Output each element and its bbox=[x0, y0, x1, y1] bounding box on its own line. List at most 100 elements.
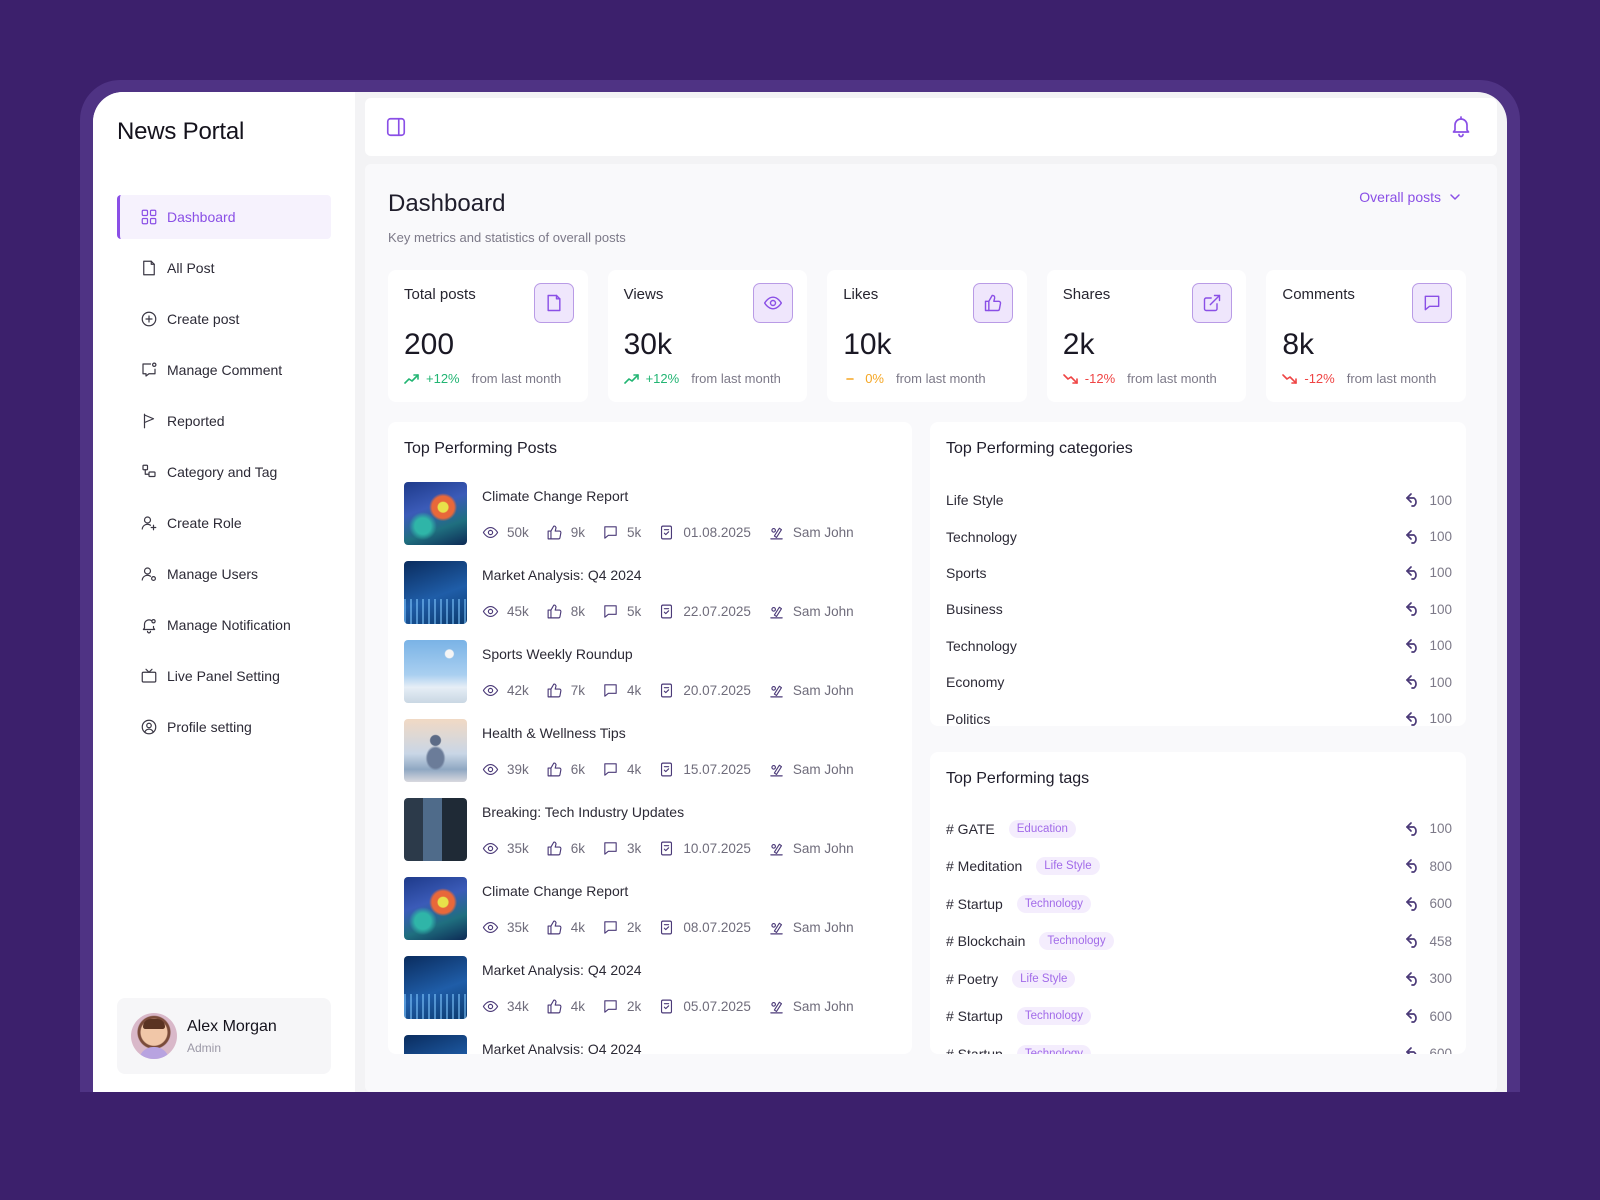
sidebar-item-manage-users[interactable]: Manage Users bbox=[117, 552, 331, 596]
sidebar-item-label: Live Panel Setting bbox=[167, 668, 280, 684]
category-count: 100 bbox=[1405, 493, 1452, 508]
trend-up-icon bbox=[404, 373, 419, 384]
sidebar-item-dashboard[interactable]: Dashboard bbox=[117, 195, 331, 239]
share-count-icon bbox=[1406, 1009, 1418, 1024]
tag-category-badge: Technology bbox=[1039, 932, 1114, 951]
post-row[interactable]: Market Analysis: Q4 2024 45k 8k 5k 22.07.202… bbox=[404, 561, 904, 640]
eye-icon bbox=[753, 283, 794, 323]
page-subtitle: Key metrics and statistics of overall po… bbox=[388, 230, 626, 245]
tag-category-badge: Life Style bbox=[1036, 857, 1100, 876]
tag-name: # Startup bbox=[946, 895, 1003, 912]
post-author: Sam John bbox=[768, 919, 854, 936]
post-views: 35k bbox=[482, 840, 529, 857]
post-meta: 50k 9k 5k 01.08.2025 Sam John bbox=[482, 524, 871, 541]
post-meta: 39k 6k 4k 15.07.2025 Sam John bbox=[482, 761, 871, 778]
post-thumbnail bbox=[404, 956, 467, 1019]
post-views: 34k bbox=[482, 998, 529, 1015]
overall-posts-dropdown[interactable]: Overall posts bbox=[1359, 189, 1463, 205]
post-row[interactable]: Climate Change Report 35k 4k 2k 08.07.2025 Sa… bbox=[404, 877, 904, 956]
post-comments: 2k bbox=[602, 998, 641, 1015]
post-row[interactable]: Breaking: Tech Industry Updates 35k 6k 3k 10… bbox=[404, 798, 904, 877]
post-title: Climate Change Report bbox=[482, 488, 629, 504]
tag-row[interactable]: # Startup Technology 600 bbox=[946, 998, 1452, 1036]
sidebar-item-all-post[interactable]: All Post bbox=[117, 246, 331, 290]
tag-row[interactable]: # Startup Technology 600 bbox=[946, 885, 1452, 923]
post-views: 42k bbox=[482, 682, 529, 699]
post-row[interactable]: Climate Change Report 50k 9k 5k 01.08.2025 Sa… bbox=[404, 482, 904, 561]
sidebar-item-manage-comment[interactable]: Manage Comment bbox=[117, 348, 331, 392]
category-row[interactable]: Technology 100 bbox=[946, 628, 1452, 664]
category-row[interactable]: Sports 100 bbox=[946, 555, 1452, 591]
post-row[interactable]: Health & Wellness Tips 39k 6k 4k 15.07.2025 S… bbox=[404, 719, 904, 798]
category-name: Sports bbox=[946, 564, 987, 581]
user-profile-card[interactable]: Alex Morgan Admin bbox=[117, 998, 331, 1074]
user-plus-icon bbox=[139, 513, 159, 533]
category-row[interactable]: Economy 100 bbox=[946, 664, 1452, 700]
eye-icon bbox=[482, 605, 499, 618]
comment-icon bbox=[604, 1000, 617, 1013]
stat-value: 2k bbox=[1062, 328, 1095, 361]
stats-row: Total posts 200 +12% from last month Views 30… bbox=[388, 270, 1466, 402]
stat-change: +12% bbox=[645, 371, 680, 386]
category-row[interactable]: Politics 100 bbox=[946, 700, 1452, 736]
post-date: 22.07.2025 bbox=[658, 603, 751, 620]
grid-icon bbox=[139, 207, 159, 227]
tag-row[interactable]: # Startup Technology 600 bbox=[946, 1035, 1452, 1054]
post-likes: 4k bbox=[546, 919, 585, 936]
post-comments: 2k bbox=[602, 919, 641, 936]
sidebar-item-label: Dashboard bbox=[167, 209, 236, 225]
calendar-icon bbox=[661, 841, 673, 856]
post-author: Sam John bbox=[768, 603, 854, 620]
stat-change: -12% bbox=[1084, 371, 1116, 386]
post-comments: 4k bbox=[602, 682, 641, 699]
post-likes: 8k bbox=[546, 603, 585, 620]
categories-list: Life Style 100 Technology 100 Sports 100 Busin… bbox=[946, 482, 1452, 737]
tag-name: # Startup bbox=[946, 1045, 1003, 1054]
topbar bbox=[365, 98, 1497, 156]
tag-row[interactable]: # GATE Education 100 bbox=[946, 810, 1452, 848]
calendar-icon bbox=[661, 999, 673, 1014]
category-row[interactable]: Technology 100 bbox=[946, 518, 1452, 554]
tag-count: 600 bbox=[1405, 1046, 1452, 1054]
tag-row[interactable]: # Blockchain Technology 458 bbox=[946, 923, 1452, 961]
sidebar-toggle-icon[interactable] bbox=[385, 116, 407, 138]
tag-row[interactable]: # Meditation Life Style 800 bbox=[946, 848, 1452, 886]
sidebar-item-live-panel-setting[interactable]: Live Panel Setting bbox=[117, 654, 331, 698]
top-categories-title: Top Performing categories bbox=[946, 440, 1133, 457]
page-title: Dashboard bbox=[388, 190, 506, 217]
trend-down-icon bbox=[1062, 373, 1078, 384]
share-count-icon bbox=[1406, 566, 1418, 580]
tag-row[interactable]: # Poetry Life Style 300 bbox=[946, 960, 1452, 998]
share-count-icon bbox=[1406, 1046, 1417, 1054]
category-count: 100 bbox=[1405, 565, 1452, 580]
post-row[interactable]: Sports Weekly Roundup 42k 7k 4k 20.07.2025 Sa… bbox=[404, 640, 904, 719]
calendar-icon bbox=[661, 683, 673, 698]
stat-note: from last month bbox=[895, 371, 986, 386]
post-date: 15.07.2025 bbox=[658, 761, 751, 778]
top-posts-card: Top Performing Posts Climate Change Repo… bbox=[388, 422, 912, 1054]
sidebar-item-create-role[interactable]: Create Role bbox=[117, 501, 331, 545]
eye-icon bbox=[482, 1000, 499, 1013]
tag-category-badge: Technology bbox=[1016, 894, 1092, 913]
sidebar-nav: Dashboard All Post Create post Manage Comme… bbox=[117, 195, 331, 756]
category-count: 100 bbox=[1405, 711, 1452, 726]
category-name: Economy bbox=[946, 674, 1005, 691]
post-date: 20.07.2025 bbox=[658, 682, 751, 699]
users-gear-icon bbox=[139, 564, 159, 584]
sidebar-item-profile-setting[interactable]: Profile setting bbox=[117, 705, 331, 749]
post-row[interactable]: Market Analysis: Q4 2024 34k 4k 2k 05.07.202… bbox=[404, 956, 904, 1035]
notification-bell-icon[interactable] bbox=[1449, 114, 1473, 138]
post-comments: 3k bbox=[602, 840, 641, 857]
sidebar-item-reported[interactable]: Reported bbox=[117, 399, 331, 443]
category-row[interactable]: Business 100 bbox=[946, 591, 1452, 627]
comment-icon bbox=[1411, 283, 1452, 323]
post-likes: 6k bbox=[546, 840, 585, 857]
sidebar-item-category-and-tag[interactable]: Category and Tag bbox=[117, 450, 331, 494]
post-row[interactable]: Market Analysis: Q4 2024 bbox=[404, 1035, 904, 1054]
share-count-icon bbox=[1406, 529, 1418, 544]
sidebar-item-manage-notification[interactable]: Manage Notification bbox=[117, 603, 331, 647]
category-row[interactable]: Life Style 100 bbox=[946, 482, 1452, 518]
comment-icon bbox=[604, 921, 617, 934]
stat-value: 10k bbox=[843, 328, 892, 361]
sidebar-item-create-post[interactable]: Create post bbox=[117, 297, 331, 341]
